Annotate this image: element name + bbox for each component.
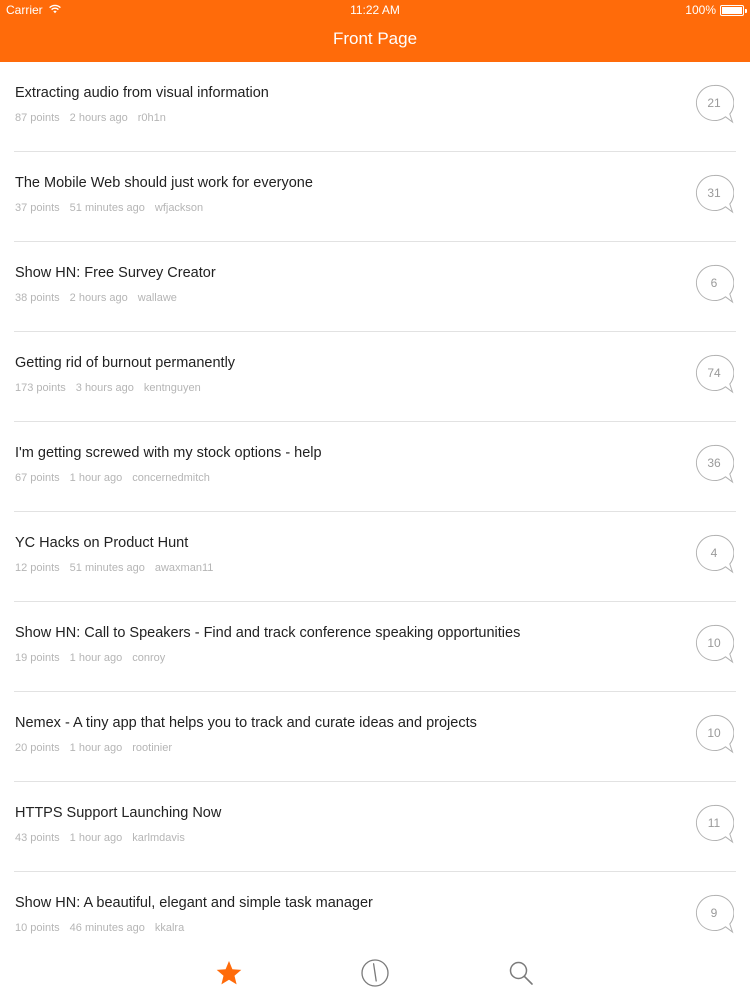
comment-count: 36 [707,456,721,470]
tab-bar [0,952,750,1000]
story-title[interactable]: Getting rid of burnout permanently [15,355,660,371]
story-list: Extracting audio from visual information… [0,62,750,962]
story-row[interactable]: The Mobile Web should just work for ever… [0,152,750,242]
story-points: 173 points [15,382,66,394]
status-time: 11:22 AM [350,3,400,17]
story-age: 1 hour ago [69,472,123,484]
story-title[interactable]: The Mobile Web should just work for ever… [15,175,660,191]
story-row[interactable]: YC Hacks on Product Hunt 12 points 51 minu… [0,512,750,602]
story-author: rootinier [132,742,173,754]
story-title[interactable]: Show HN: Call to Speakers - Find and tra… [15,625,660,641]
story-points: 20 points [15,742,60,754]
tab-favorites[interactable] [212,958,246,992]
story-meta: 12 points 51 minutes ago awaxman11 [15,562,223,574]
story-title[interactable]: YC Hacks on Product Hunt [15,535,660,551]
story-title[interactable]: Show HN: A beautiful, elegant and simple… [15,895,660,911]
story-points: 43 points [15,832,60,844]
comment-count: 11 [707,816,721,830]
story-points: 10 points [15,922,60,934]
story-points: 19 points [15,652,60,664]
story-points: 38 points [15,292,60,304]
story-points: 37 points [15,202,60,214]
comments-button[interactable]: 4 [694,534,734,574]
story-age: 1 hour ago [69,742,123,754]
battery-icon [720,4,747,16]
story-row[interactable]: Getting rid of burnout permanently 173 po… [0,332,750,422]
story-row[interactable]: Show HN: Call to Speakers - Find and tra… [0,602,750,692]
comments-button[interactable]: 36 [694,444,734,484]
story-age: 1 hour ago [69,832,123,844]
story-row[interactable]: I'm getting screwed with my stock option… [0,422,750,512]
comments-button[interactable]: 10 [694,624,734,664]
story-author: wallawe [137,292,177,304]
comment-count: 21 [707,96,721,110]
search-icon [507,959,535,992]
story-author: awaxman11 [154,562,214,574]
comments-button[interactable]: 10 [694,714,734,754]
story-meta: 37 points 51 minutes ago wfjackson [15,202,213,214]
comments-button[interactable]: 11 [694,804,734,844]
story-author: r0h1n [137,112,166,124]
story-author: wfjackson [154,202,204,214]
story-row[interactable]: Show HN: Free Survey Creator 38 points 2 h… [0,242,750,332]
story-age: 2 hours ago [69,112,128,124]
story-title[interactable]: I'm getting screwed with my stock option… [15,445,660,461]
comment-count: 4 [710,546,718,560]
story-row[interactable]: Show HN: A beautiful, elegant and simple… [0,872,750,962]
comment-count: 6 [710,276,718,290]
story-age: 51 minutes ago [69,562,145,574]
comment-count: 9 [710,906,718,920]
story-meta: 67 points 1 hour ago concernedmitch [15,472,220,484]
story-row[interactable]: HTTPS Support Launching Now 43 points 1 ho… [0,782,750,872]
tab-recent[interactable] [358,958,392,992]
comments-button[interactable]: 6 [694,264,734,304]
story-age: 1 hour ago [69,652,123,664]
story-points: 87 points [15,112,60,124]
star-icon [215,959,243,992]
story-title[interactable]: Nemex - A tiny app that helps you to tra… [15,715,660,731]
comments-button[interactable]: 74 [694,354,734,394]
story-row[interactable]: Extracting audio from visual information… [0,62,750,152]
story-row[interactable]: Nemex - A tiny app that helps you to tra… [0,692,750,782]
story-meta: 19 points 1 hour ago conroy [15,652,175,664]
comments-button[interactable]: 9 [694,894,734,934]
story-author: kentnguyen [143,382,201,394]
story-meta: 20 points 1 hour ago rootinier [15,742,182,754]
story-meta: 10 points 46 minutes ago kkalra [15,922,194,934]
story-title[interactable]: Extracting audio from visual information [15,85,660,101]
comment-count: 10 [707,636,721,650]
story-age: 46 minutes ago [69,922,145,934]
comment-count: 31 [707,186,721,200]
tab-search[interactable] [504,958,538,992]
story-title[interactable]: HTTPS Support Launching Now [15,805,660,821]
navigation-bar: Carrier 11:22 AM 100% Front Page [0,0,750,62]
comment-count: 10 [707,726,721,740]
story-age: 2 hours ago [69,292,128,304]
status-battery: 100% [685,0,747,20]
comment-count: 74 [707,366,721,380]
story-points: 12 points [15,562,60,574]
story-age: 51 minutes ago [69,202,145,214]
clock-icon [360,958,390,993]
story-author: kkalra [154,922,185,934]
story-meta: 43 points 1 hour ago karlmdavis [15,832,195,844]
story-points: 67 points [15,472,60,484]
page-title: Front Page [332,29,418,48]
comments-button[interactable]: 31 [694,174,734,214]
story-age: 3 hours ago [75,382,134,394]
battery-percent: 100% [685,3,716,17]
story-author: conroy [132,652,166,664]
story-author: karlmdavis [132,832,185,844]
comments-button[interactable]: 21 [694,84,734,124]
story-title[interactable]: Show HN: Free Survey Creator [15,265,660,281]
story-author: concernedmitch [132,472,210,484]
story-meta: 87 points 2 hours ago r0h1n [15,112,176,124]
status-bar: Carrier 11:22 AM 100% [0,0,750,20]
story-meta: 173 points 3 hours ago kentnguyen [15,382,211,394]
story-meta: 38 points 2 hours ago wallawe [15,292,187,304]
